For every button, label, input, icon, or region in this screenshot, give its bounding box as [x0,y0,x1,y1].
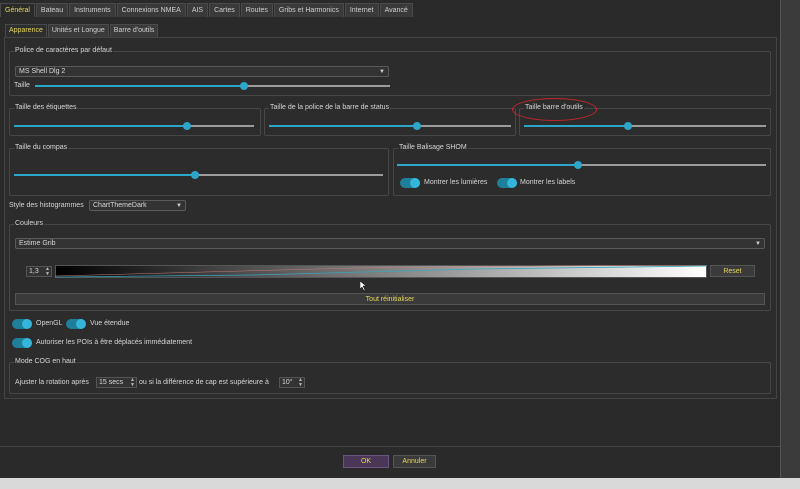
opengl-label: OpenGL [36,320,63,327]
labels-size-title: Taille des étiquettes [14,104,78,111]
colors-title: Couleurs [14,220,45,227]
tab-internet[interactable]: Internet [344,3,379,17]
shom-size-slider[interactable] [397,160,766,170]
slider-fill [35,85,245,87]
status-font-size-slider[interactable] [269,121,511,131]
default-font-title: Police de caractères par défaut [14,47,113,54]
chevron-down-icon: ▼ [755,241,761,247]
subtab-unites[interactable]: Unités et Longue [47,24,109,37]
extended-view-label: Vue étendue [90,320,130,327]
tab-routes[interactable]: Routes [240,3,273,17]
show-lights-toggle[interactable] [400,178,420,188]
color-target-value: Estime Grib [19,240,56,247]
poi-move-toggle[interactable] [12,338,32,348]
cancel-button[interactable]: Annuler [393,455,436,468]
cog-text-middle: ou si la différence de cap est supérieur… [139,379,269,386]
spin-arrows-icon[interactable]: ▲ ▼ [298,378,303,388]
slider-fill [397,164,578,166]
slider-fill [14,174,195,176]
background-app-edge [780,0,800,489]
cog-seconds-spinbox[interactable]: 15 secs ▲ ▼ [96,377,137,388]
slider-fill [524,125,629,127]
extended-view-toggle[interactable] [66,319,86,329]
cog-title: Mode COG en haut [14,358,77,365]
slider-handle[interactable] [412,122,421,130]
red-annotation-ellipse [512,98,597,121]
mouse-cursor-icon [359,280,368,292]
background-map-strip [0,478,800,489]
tab-general[interactable]: Général [0,3,35,17]
chevron-down-icon: ▼ [379,69,385,75]
show-labels-label: Montrer les labels [520,179,576,186]
color-value-text: 1,3 [29,268,39,275]
toggle-knob [507,178,517,188]
ok-button[interactable]: OK [343,455,389,468]
toolbar-size-slider[interactable] [524,121,766,131]
slider-rest [577,164,766,166]
shom-title: Taille Balisage SHOM [398,144,468,151]
opengl-toggle[interactable] [12,319,32,329]
slider-fill [14,125,187,127]
subtab-apparence[interactable]: Apparence [5,24,47,37]
cog-degrees-spinbox[interactable]: 10° ▲ ▼ [279,377,305,388]
slider-handle[interactable] [190,171,199,179]
slider-rest [186,125,254,127]
footer-separator [0,446,780,447]
color-target-combo[interactable]: Estime Grib ▼ [15,238,765,249]
cog-text-before: Ajuster la rotation après [15,379,89,386]
sub-tab-bar: Apparence Unités et Longue Barre d'outil… [5,24,159,37]
font-combo-value: MS Shell Dlg 2 [19,68,66,75]
gradient-curve-red [55,265,707,277]
show-lights-label: Montrer les lumières [424,179,488,186]
slider-handle[interactable] [573,161,582,169]
compass-size-slider[interactable] [14,170,383,180]
tab-gribs[interactable]: Gribs et Harmonics [273,3,344,17]
reset-all-button[interactable]: Tout réinitialiser [15,293,765,305]
compass-size-title: Taille du compas [14,144,69,151]
cog-seconds-value: 15 secs [99,379,124,386]
main-tab-bar: Général Bateau Instruments Connexions NM… [0,3,414,17]
tab-instruments[interactable]: Instruments [69,3,116,17]
slider-handle[interactable] [182,122,191,130]
slider-rest [194,174,383,176]
histogram-style-combo[interactable]: ChartThemeDark ▼ [89,200,186,211]
reset-button[interactable]: Reset [710,265,755,277]
cog-degrees-value: 10° [282,379,293,386]
slider-rest [244,85,390,87]
spin-arrows-icon[interactable]: ▲ ▼ [45,267,50,277]
slider-rest [416,125,511,127]
color-value-spinbox[interactable]: 1,3 ▲ ▼ [26,266,52,277]
font-size-label: Taille [14,82,30,89]
show-labels-toggle[interactable] [497,178,517,188]
slider-rest [628,125,766,127]
subtab-barre-outils[interactable]: Barre d'outils [109,24,159,37]
tab-ais[interactable]: AIS [186,3,209,17]
chevron-down-icon: ▼ [176,203,182,209]
slider-fill [269,125,417,127]
font-size-slider[interactable] [35,81,390,91]
toggle-knob [76,319,86,329]
shom-group: Taille Balisage SHOM [393,144,771,196]
slider-handle[interactable] [624,122,633,130]
tab-bateau[interactable]: Bateau [35,3,69,17]
gradient-curve [55,265,707,278]
histogram-style-label: Style des histogrammes [9,202,84,209]
tab-cartes[interactable]: Cartes [209,3,240,17]
spin-arrows-icon[interactable]: ▲ ▼ [130,378,135,388]
toggle-knob [22,338,32,348]
status-font-size-title: Taille de la police de la barre de statu… [269,104,391,111]
font-combo[interactable]: MS Shell Dlg 2 ▼ [15,66,389,77]
slider-handle[interactable] [240,82,249,90]
histogram-style-value: ChartThemeDark [93,202,147,209]
toggle-knob [22,319,32,329]
tab-nmea[interactable]: Connexions NMEA [116,3,186,17]
poi-move-label: Autoriser les POIs à être déplacés imméd… [36,339,193,346]
labels-size-slider[interactable] [14,121,254,131]
toggle-knob [410,178,420,188]
tab-avance[interactable]: Avancé [379,3,413,17]
